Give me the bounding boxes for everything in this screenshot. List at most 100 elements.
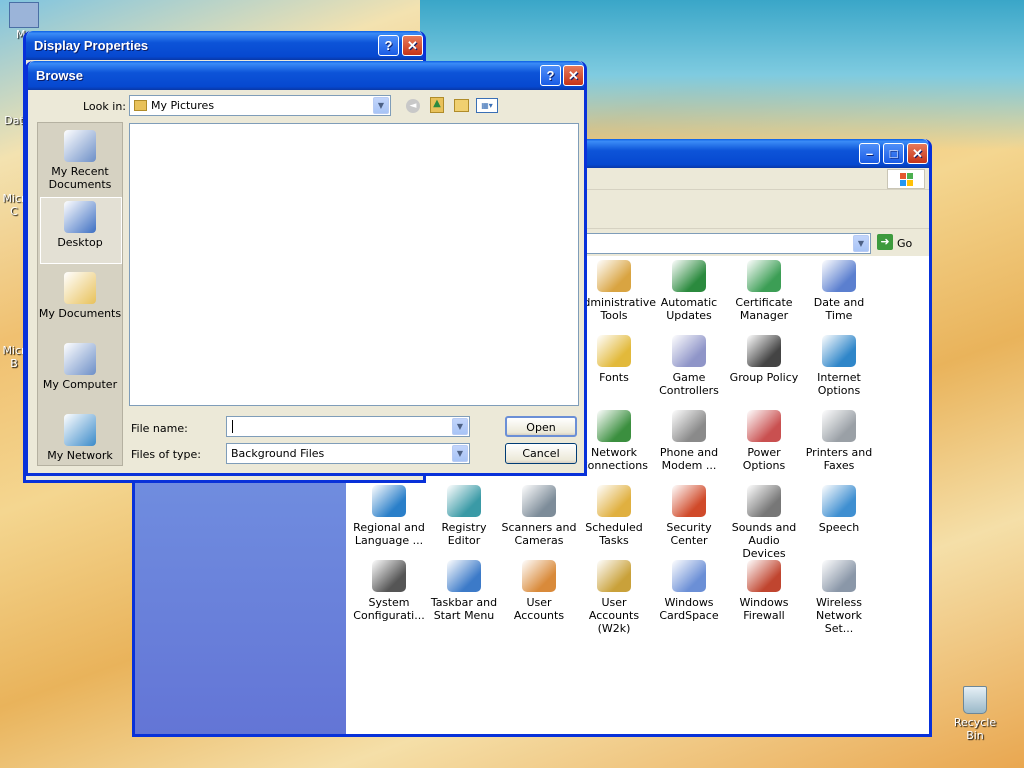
cp-item-label: Internet Options — [817, 371, 861, 397]
admin-tools-icon — [597, 260, 631, 292]
cp-item-label: Phone and Modem ... — [659, 446, 719, 472]
places-recent-docs[interactable]: My Recent Documents — [38, 130, 122, 191]
cp-item-label: Regional and Language ... — [353, 521, 425, 547]
text-cursor — [232, 420, 233, 433]
close-button[interactable]: ✕ — [563, 65, 584, 86]
places-my-documents[interactable]: My Documents — [38, 272, 122, 320]
wireless-icon — [822, 560, 856, 592]
help-icon: ? — [546, 68, 555, 83]
system-config-icon — [372, 560, 406, 592]
go-arrow-icon[interactable]: ➜ — [877, 234, 893, 250]
cp-item-registry[interactable]: Registry Editor — [426, 485, 502, 547]
file-list[interactable] — [129, 123, 579, 406]
phone-icon — [672, 410, 706, 442]
places-label: My Computer — [42, 378, 118, 391]
cp-item-scanner-camera[interactable]: Scanners and Cameras — [501, 485, 577, 547]
places-label: My Recent Documents — [48, 165, 112, 191]
cp-item-users-key[interactable]: User Accounts (W2k) — [576, 560, 652, 635]
browse-titlebar: Browse ? ✕ — [28, 61, 584, 90]
cancel-button[interactable]: Cancel — [505, 443, 577, 464]
cp-item-scheduled-tasks[interactable]: Scheduled Tasks — [576, 485, 652, 547]
cp-item-label: User Accounts — [513, 596, 565, 622]
new-folder-icon[interactable] — [454, 99, 469, 112]
close-button[interactable]: ✕ — [402, 35, 423, 56]
registry-icon — [447, 485, 481, 517]
help-icon: ? — [384, 38, 393, 53]
places-my-computer[interactable]: My Computer — [38, 343, 122, 391]
cp-item-wireless[interactable]: Wireless Network Set... — [801, 560, 877, 635]
places-desktop[interactable]: Desktop — [38, 201, 122, 249]
cp-item-clock-calendar[interactable]: Date and Time — [801, 260, 877, 322]
cp-item-windows-update[interactable]: Automatic Updates — [651, 260, 727, 322]
minimize-button[interactable]: – — [859, 143, 880, 164]
cp-item-label: Printers and Faxes — [805, 446, 873, 472]
certificate-icon — [747, 260, 781, 292]
chevron-down-icon: ▼ — [373, 97, 389, 114]
cp-item-printer[interactable]: Printers and Faxes — [801, 410, 877, 472]
go-button-label[interactable]: Go — [897, 237, 912, 250]
places-label: Desktop — [57, 236, 103, 249]
cp-item-label: User Accounts (W2k) — [588, 596, 640, 635]
cp-item-speaker[interactable]: Sounds and Audio Devices — [726, 485, 802, 560]
cp-item-label: Windows CardSpace — [659, 596, 719, 622]
cp-item-label: Windows Firewall — [739, 596, 789, 622]
close-button[interactable]: ✕ — [907, 143, 928, 164]
cp-item-network-globe[interactable]: Network Connections — [576, 410, 652, 472]
close-icon: ✕ — [407, 38, 418, 53]
cp-item-speech[interactable]: Speech — [801, 485, 877, 534]
cp-item-label: Network Connections — [580, 446, 648, 472]
windows-update-icon — [672, 260, 706, 292]
cp-item-label: Scheduled Tasks — [585, 521, 643, 547]
up-folder-icon[interactable]: ▲ — [430, 97, 444, 113]
users-key-icon — [597, 560, 631, 592]
cp-item-shield[interactable]: Security Center — [651, 485, 727, 547]
my-network-icon — [64, 414, 96, 446]
help-button[interactable]: ? — [540, 65, 561, 86]
help-button[interactable]: ? — [378, 35, 399, 56]
cp-item-fonts-folder[interactable]: Fonts — [576, 335, 652, 384]
cp-item-cardspace[interactable]: Windows CardSpace — [651, 560, 727, 622]
cp-item-firewall[interactable]: Windows Firewall — [726, 560, 802, 622]
cp-item-label: Automatic Updates — [660, 296, 718, 322]
scanner-camera-icon — [522, 485, 556, 517]
cp-item-group-policy[interactable]: Group Policy — [726, 335, 802, 384]
look-in-combo[interactable]: My Pictures ▼ — [129, 95, 391, 116]
cp-item-label: Administrative Tools — [576, 296, 657, 322]
view-menu-icon[interactable]: ▦▾ — [476, 98, 498, 113]
power-plug-icon — [747, 410, 781, 442]
cp-item-system-config[interactable]: System Configurati... — [351, 560, 427, 622]
windows-logo-icon — [887, 169, 925, 189]
cp-item-label: Wireless Network Set... — [815, 596, 863, 635]
cp-item-certificate[interactable]: Certificate Manager — [726, 260, 802, 322]
back-icon[interactable]: ◄ — [406, 99, 420, 113]
file-name-field[interactable]: ▼ — [226, 416, 470, 437]
open-button[interactable]: Open — [505, 416, 577, 437]
files-of-type-select[interactable]: Background Files ▼ — [226, 443, 470, 464]
cp-item-phone[interactable]: Phone and Modem ... — [651, 410, 727, 472]
cp-item-users[interactable]: User Accounts — [501, 560, 577, 622]
maximize-button[interactable]: □ — [883, 143, 904, 164]
cp-item-admin-tools[interactable]: Administrative Tools — [576, 260, 656, 322]
folder-icon — [134, 100, 147, 111]
cp-item-globe-stand[interactable]: Regional and Language ... — [351, 485, 427, 547]
cp-item-power-plug[interactable]: Power Options — [726, 410, 802, 472]
cp-item-label: Group Policy — [729, 371, 799, 384]
users-icon — [522, 560, 556, 592]
cp-item-label: Certificate Manager — [735, 296, 793, 322]
file-name-label: File name: — [131, 422, 188, 435]
cardspace-icon — [672, 560, 706, 592]
cp-item-gamepad[interactable]: Game Controllers — [651, 335, 727, 397]
cp-item-label: Speech — [818, 521, 860, 534]
globe-icon — [822, 335, 856, 367]
places-my-network[interactable]: My Network — [38, 414, 122, 462]
cp-item-taskbar[interactable]: Taskbar and Start Menu — [426, 560, 502, 622]
desktop-icon-recycle-bin[interactable]: Recycle Bin — [944, 686, 1006, 742]
computer-icon — [9, 2, 39, 28]
globe-stand-icon — [372, 485, 406, 517]
look-in-value: My Pictures — [151, 99, 215, 112]
my-documents-icon — [64, 272, 96, 304]
cp-item-label: Taskbar and Start Menu — [430, 596, 498, 622]
scheduled-tasks-icon — [597, 485, 631, 517]
cp-item-globe[interactable]: Internet Options — [801, 335, 877, 397]
files-of-type-value: Background Files — [231, 447, 325, 460]
